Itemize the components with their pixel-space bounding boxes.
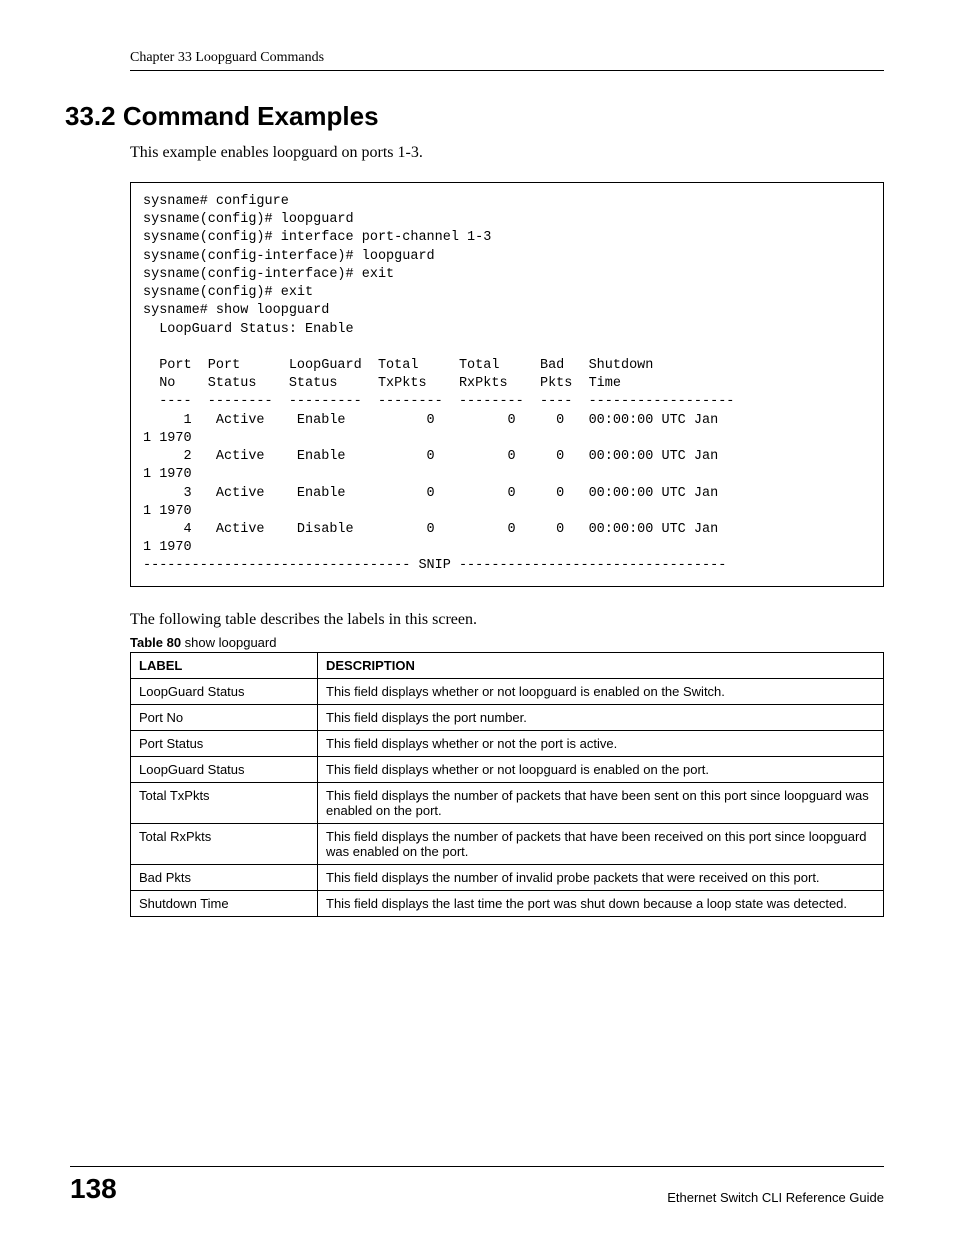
table-caption-num: Table 80 [130,635,181,650]
cell-desc: This field displays the port number. [318,704,884,730]
table-row: Port No This field displays the port num… [131,704,884,730]
page-number: 138 [70,1173,117,1205]
table-caption-title: show loopguard [181,635,276,650]
table-row: LoopGuard Status This field displays whe… [131,678,884,704]
description-table: LABEL DESCRIPTION LoopGuard Status This … [130,652,884,917]
table-row: LoopGuard Status This field displays whe… [131,756,884,782]
footer-title: Ethernet Switch CLI Reference Guide [667,1190,884,1205]
table-row: Shutdown Time This field displays the la… [131,890,884,916]
cell-label: Bad Pkts [131,864,318,890]
code-block: sysname# configure sysname(config)# loop… [130,182,884,587]
table-row: Bad Pkts This field displays the number … [131,864,884,890]
cell-desc: This field displays the number of invali… [318,864,884,890]
cell-label: LoopGuard Status [131,678,318,704]
page: Chapter 33 Loopguard Commands 33.2 Comma… [0,0,954,1235]
section-title: 33.2 Command Examples [65,101,884,132]
col-label: LABEL [131,652,318,678]
table-row: Port Status This field displays whether … [131,730,884,756]
cell-desc: This field displays whether or not loopg… [318,756,884,782]
cell-desc: This field displays the number of packet… [318,782,884,823]
cell-label: Port No [131,704,318,730]
cell-desc: This field displays whether or not loopg… [318,678,884,704]
table-row: Total RxPkts This field displays the num… [131,823,884,864]
page-footer: 138 Ethernet Switch CLI Reference Guide [70,1166,884,1205]
cell-label: Total TxPkts [131,782,318,823]
intro-text: This example enables loopguard on ports … [130,144,884,162]
table-intro: The following table describes the labels… [130,611,884,629]
cell-desc: This field displays the last time the po… [318,890,884,916]
cell-label: Total RxPkts [131,823,318,864]
table-header-row: LABEL DESCRIPTION [131,652,884,678]
cell-label: Port Status [131,730,318,756]
table-caption: Table 80 show loopguard [130,635,884,650]
chapter-header: Chapter 33 Loopguard Commands [130,50,884,71]
table-row: Total TxPkts This field displays the num… [131,782,884,823]
cell-label: LoopGuard Status [131,756,318,782]
cell-desc: This field displays the number of packet… [318,823,884,864]
col-description: DESCRIPTION [318,652,884,678]
cell-desc: This field displays whether or not the p… [318,730,884,756]
cell-label: Shutdown Time [131,890,318,916]
